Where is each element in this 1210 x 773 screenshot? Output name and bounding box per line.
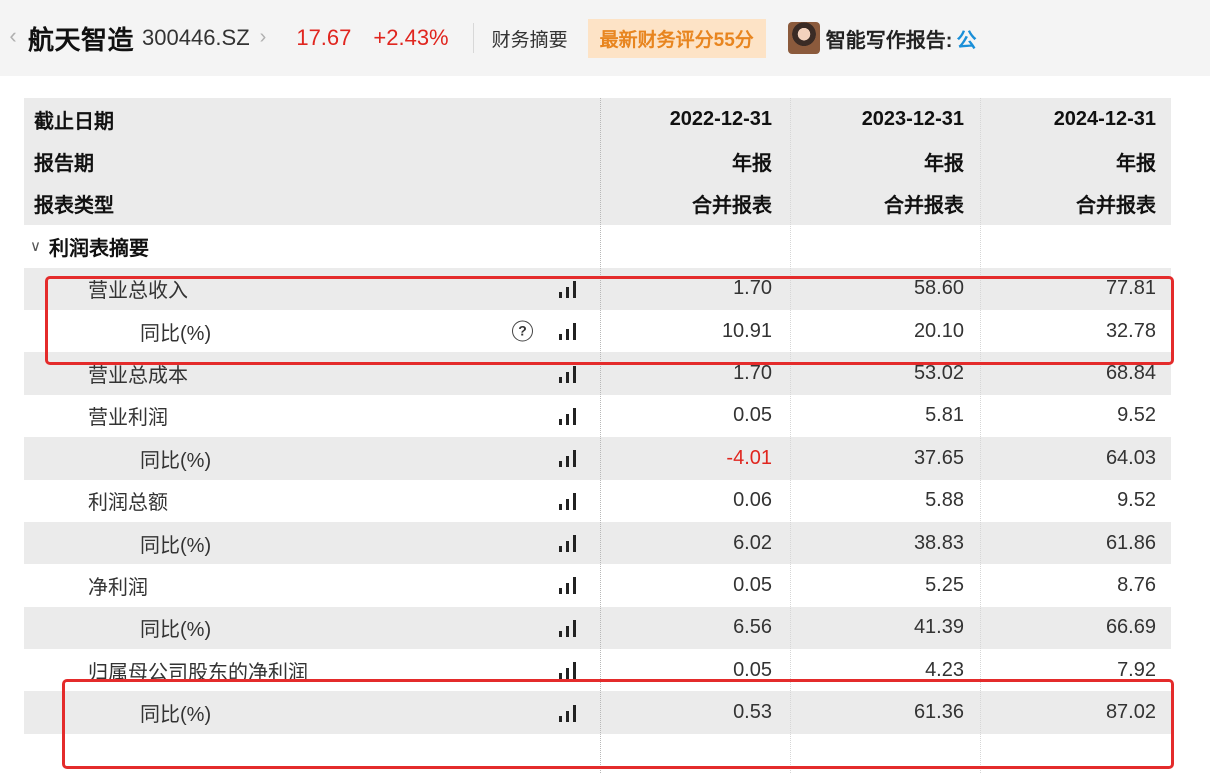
table-cell: 年报 <box>924 153 964 176</box>
table-cell: 9.52 <box>1117 404 1156 427</box>
highlight-box-net-profit-parent <box>62 679 1174 769</box>
column-date-2022: 2022-12-31 <box>669 107 772 130</box>
avatar-icon <box>787 22 820 54</box>
table-row: 利润总额 0.06 5.88 9.52 <box>24 479 1171 522</box>
bar-chart-icon[interactable] <box>557 661 579 680</box>
row-label: 同比(%) <box>140 449 212 472</box>
stock-header-bar: ‹ 航天智造 300446.SZ › 17.67 +2.43% 财务摘要 最新财… <box>0 0 1210 76</box>
bar-chart-icon[interactable] <box>557 576 579 595</box>
header-divider <box>472 23 474 53</box>
column-date-2024: 2024-12-31 <box>1053 107 1156 130</box>
ai-report-label[interactable]: 智能写作报告: <box>826 24 953 53</box>
row-label: 净利润 <box>88 576 148 599</box>
table-cell: 0.06 <box>733 489 772 512</box>
bar-chart-icon[interactable] <box>557 492 579 510</box>
table-cell: 年报 <box>1116 153 1156 176</box>
table-cell: 6.56 <box>733 616 772 639</box>
bar-chart-icon[interactable] <box>557 449 579 468</box>
table-cell: 年报 <box>732 153 772 176</box>
table-cell: 64.03 <box>1105 446 1156 469</box>
row-label: 同比(%) <box>140 534 212 557</box>
row-label: 同比(%) <box>140 619 212 642</box>
table-cell: 合并报表 <box>692 195 772 218</box>
highlight-box-revenue <box>45 276 1174 365</box>
stock-change-percent: +2.43% <box>373 25 449 50</box>
stock-code: 300446.SZ <box>142 25 250 50</box>
section-profit-summary[interactable]: ∨ 利润表摘要 <box>24 225 1171 268</box>
table-cell: 0.05 <box>733 404 772 427</box>
table-cell: 61.86 <box>1105 531 1156 554</box>
row-label: 报表类型 <box>34 195 114 218</box>
table-cell: 5.25 <box>925 573 964 596</box>
bar-chart-icon[interactable] <box>557 534 579 553</box>
table-header-row: 报表类型 合并报表 合并报表 合并报表 <box>24 182 1171 226</box>
row-label: 营业利润 <box>88 407 168 430</box>
table-cell: 6.02 <box>733 531 772 554</box>
ai-report-link[interactable]: 公 <box>956 24 976 53</box>
row-label: 报告期 <box>34 153 94 176</box>
column-divider <box>980 98 981 773</box>
table-cell: 0.05 <box>733 573 772 596</box>
table-cell: 8.76 <box>1117 573 1156 596</box>
chevron-left-icon[interactable]: ‹ <box>2 23 24 49</box>
table-row: 同比(%) 6.02 38.83 61.86 <box>24 521 1171 565</box>
table-cell: 66.69 <box>1105 616 1156 639</box>
financial-summary-link[interactable]: 财务摘要 <box>492 25 568 52</box>
table-cell: 合并报表 <box>884 195 964 218</box>
stock-name[interactable]: 航天智造 <box>28 20 134 57</box>
table-cell: 38.83 <box>913 531 964 554</box>
section-title: 利润表摘要 <box>48 237 149 260</box>
row-label: 利润总额 <box>88 492 168 515</box>
table-cell-negative: -4.01 <box>726 446 772 469</box>
chevron-down-icon[interactable]: ∨ <box>30 237 41 255</box>
column-divider <box>790 98 791 773</box>
financial-summary-table: 截止日期 2022-12-31 2023-12-31 2024-12-31 报告… <box>24 98 1171 734</box>
table-row: 同比(%) 6.56 41.39 66.69 <box>24 606 1171 650</box>
table-cell: 37.65 <box>913 446 964 469</box>
table-row: 营业利润 0.05 5.81 9.52 <box>24 394 1171 438</box>
table-header-row: 报告期 年报 年报 年报 <box>24 140 1171 183</box>
table-cell: 5.81 <box>925 404 964 427</box>
table-row: 净利润 0.05 5.25 8.76 <box>24 564 1171 607</box>
stock-price: 17.67 <box>296 25 352 50</box>
table-cell: 9.52 <box>1117 489 1156 512</box>
table-cell: 合并报表 <box>1076 195 1156 218</box>
column-divider <box>600 98 601 773</box>
financial-score-badge[interactable]: 最新财务评分55分 <box>587 18 766 58</box>
bar-chart-icon[interactable] <box>557 407 579 425</box>
chevron-right-icon[interactable]: › <box>260 26 267 49</box>
column-date-2023: 2023-12-31 <box>861 107 964 130</box>
bar-chart-icon[interactable] <box>557 365 579 383</box>
table-row: 同比(%) -4.01 37.65 64.03 <box>24 437 1171 480</box>
table-cell: 41.39 <box>913 616 964 639</box>
row-label: 截止日期 <box>34 110 114 133</box>
bar-chart-icon[interactable] <box>557 619 579 637</box>
table-header-row: 截止日期 2022-12-31 2023-12-31 2024-12-31 <box>24 98 1171 141</box>
table-cell: 5.88 <box>925 489 964 512</box>
